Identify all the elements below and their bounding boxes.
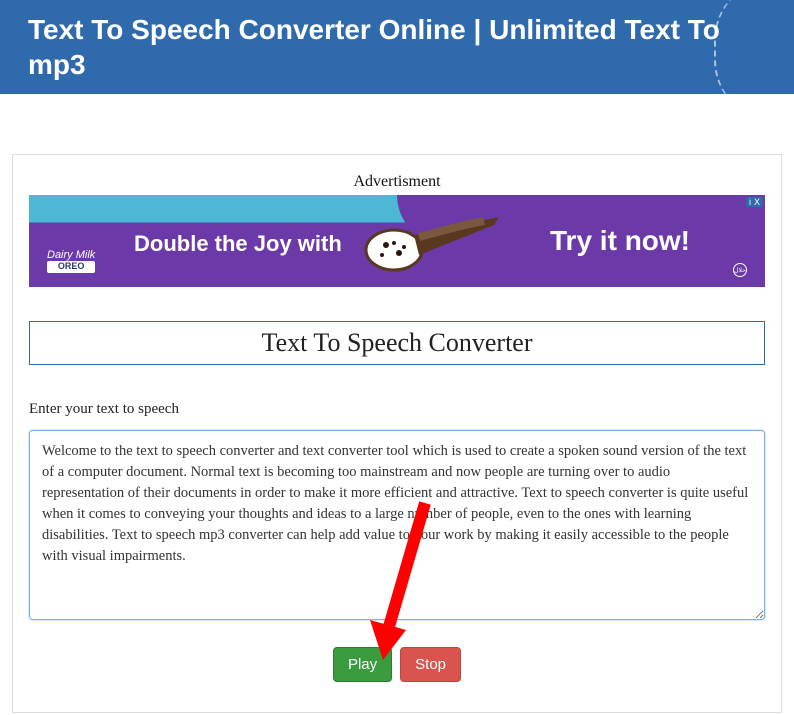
page-header: Text To Speech Converter Online | Unlimi… — [0, 0, 794, 94]
ad-logo-bottom: OREO — [47, 261, 95, 273]
stop-button[interactable]: Stop — [400, 647, 461, 682]
main-container: Advertisment i X Dairy Milk OREO Double … — [12, 154, 782, 713]
page-title: Text To Speech Converter Online | Unlimi… — [28, 12, 766, 82]
ad-text-right: Try it now! — [550, 225, 690, 257]
ad-logo-top: Dairy Milk — [47, 249, 95, 261]
ad-halal-icon: حلال — [733, 263, 747, 277]
tool-title: Text To Speech Converter — [36, 328, 758, 358]
header-decoration — [714, 0, 794, 94]
tool-title-box: Text To Speech Converter — [29, 321, 765, 365]
button-row: Play Stop — [29, 647, 765, 682]
ad-label: Advertisment — [29, 173, 765, 191]
ad-info-icon[interactable]: i — [749, 197, 751, 207]
play-button[interactable]: Play — [333, 647, 392, 682]
ad-banner[interactable]: i X Dairy Milk OREO Double the Joy with — [29, 195, 765, 287]
ad-close-icon[interactable]: X — [754, 197, 760, 207]
input-label: Enter your text to speech — [29, 401, 765, 418]
ad-text-left: Double the Joy with — [134, 231, 342, 257]
text-input[interactable] — [29, 430, 765, 620]
ad-logo: Dairy Milk OREO — [47, 249, 95, 273]
ad-product-image — [364, 205, 504, 282]
ad-close-controls[interactable]: i X — [746, 197, 763, 207]
